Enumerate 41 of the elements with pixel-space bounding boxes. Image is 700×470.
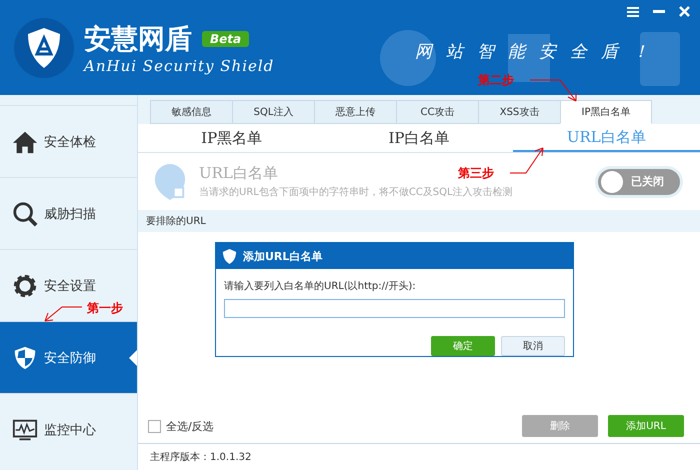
step-annotation: 第一步 bbox=[87, 300, 123, 317]
step-annotation: 第三步 bbox=[458, 165, 494, 182]
annotation-arrow bbox=[44, 306, 82, 322]
tab[interactable]: SQL注入 bbox=[232, 100, 314, 124]
beta-badge: Beta bbox=[202, 30, 250, 46]
subtab[interactable]: IP黑名单 bbox=[138, 124, 326, 152]
shield-icon bbox=[12, 344, 38, 370]
app-name: 安慧网盾 bbox=[84, 22, 192, 56]
shield-icon bbox=[222, 248, 237, 264]
close-icon[interactable] bbox=[679, 6, 690, 17]
tab[interactable]: 敏感信息 bbox=[150, 100, 232, 124]
slogan: 网站智能安全盾！ bbox=[415, 41, 663, 63]
sidebar-item[interactable]: 监控中心 bbox=[0, 393, 137, 465]
url-input-field[interactable] bbox=[224, 299, 565, 318]
tab[interactable]: XSS攻击 bbox=[478, 100, 560, 124]
list-header: 要排除的URL bbox=[138, 210, 700, 232]
sidebar-item[interactable]: 威胁扫描 bbox=[0, 177, 137, 249]
sidebar-item[interactable]: 安全防御 bbox=[0, 321, 137, 393]
annotation-arrow bbox=[530, 80, 576, 102]
checkbox[interactable] bbox=[148, 420, 161, 432]
select-all-label: 全选/反选 bbox=[166, 418, 214, 434]
app-subtitle: AnHui Security Shield bbox=[84, 56, 274, 74]
annotation-arrow bbox=[510, 148, 544, 174]
minimize-icon[interactable] bbox=[653, 10, 665, 14]
version-text: 主程序版本：1.0.1.32 bbox=[138, 444, 700, 470]
ip-pin-icon bbox=[153, 162, 187, 200]
tab[interactable]: IP黑白名单 bbox=[560, 100, 652, 124]
dialog-title: 添加URL白名单 bbox=[243, 248, 322, 264]
subtab[interactable]: IP白名单 bbox=[325, 124, 513, 152]
tab[interactable]: CC攻击 bbox=[396, 100, 478, 124]
section-title: URL白名单 bbox=[199, 164, 278, 183]
section-description: 当请求的URL包含下面项中的字符串时，将不做CC及SQL注入攻击检测 bbox=[199, 186, 514, 199]
shield-logo-icon bbox=[14, 18, 74, 78]
tab[interactable]: 恶意上传 bbox=[314, 100, 396, 124]
cancel-button[interactable]: 取消 bbox=[501, 336, 565, 356]
menu-icon[interactable] bbox=[627, 6, 639, 16]
search-icon bbox=[12, 200, 38, 226]
step-annotation: 第二步 bbox=[478, 72, 514, 89]
gear-icon bbox=[12, 272, 38, 298]
sidebar-item[interactable]: 安全体检 bbox=[0, 105, 137, 177]
dialog-prompt: 请输入要列入白名单的URL(以http://开头): bbox=[224, 280, 417, 293]
